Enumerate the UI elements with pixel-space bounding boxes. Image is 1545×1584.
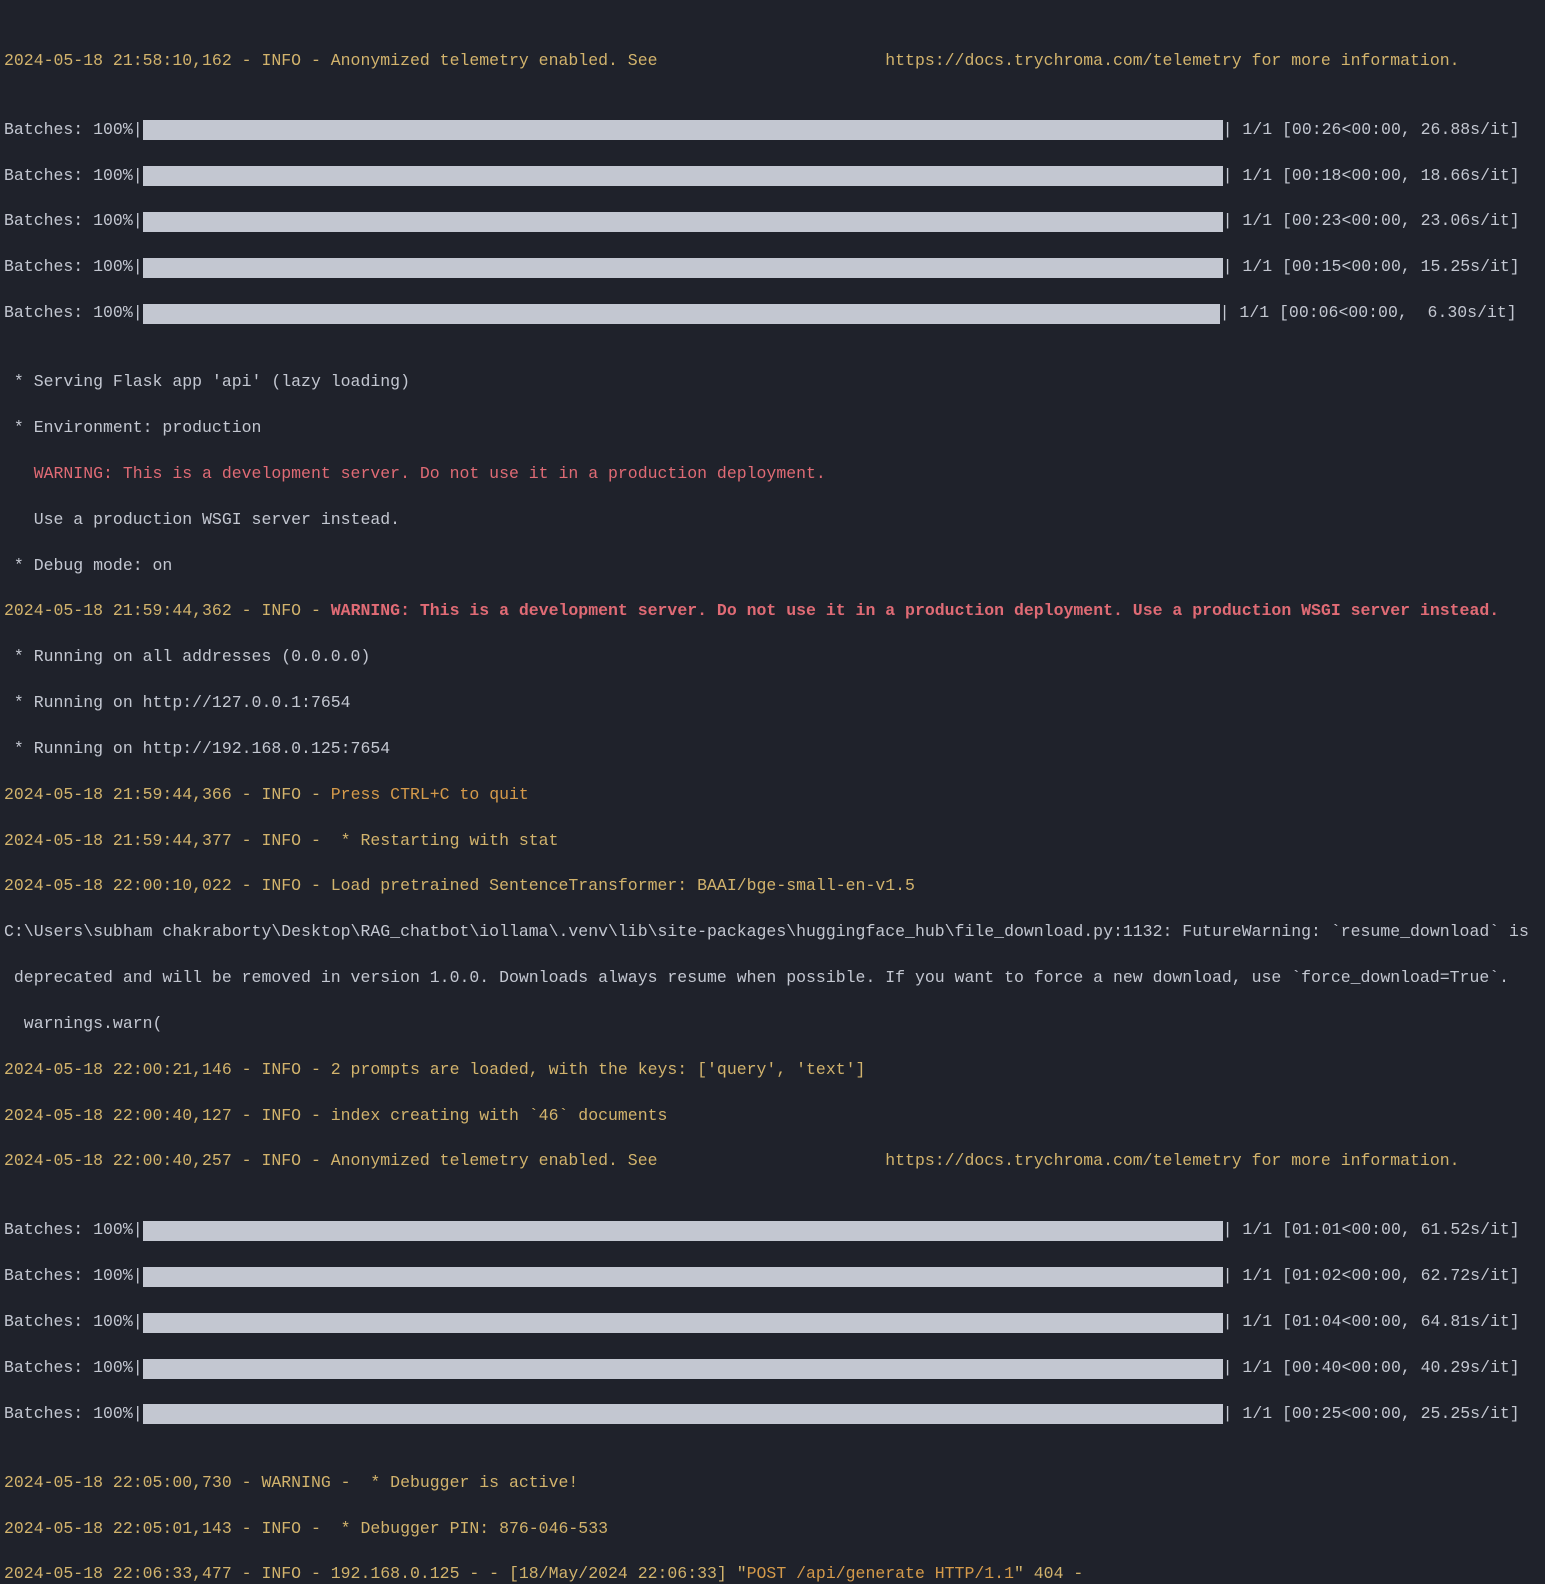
progress-row: Batches: 100%| | 1/1 [00:40<00:00, 40.29s… [4,1357,1541,1380]
warning-line: deprecated and will be removed in versio… [4,967,1541,990]
progress-label: Batches: 100%| [4,1311,143,1334]
log-line: 2024-05-18 21:59:44,377 - INFO - * Resta… [4,830,1541,853]
log-line: * Serving Flask app 'api' (lazy loading) [4,371,1541,394]
log-line: 2024-05-18 21:59:44,362 - INFO - WARNING… [4,600,1541,623]
warning-line: C:\Users\subham chakraborty\Desktop\RAG_… [4,921,1541,944]
log-line: * Running on http://127.0.0.1:7654 [4,692,1541,715]
progress-timing: | 1/1 [01:01<00:00, 61.52s/it] [1223,1219,1520,1242]
progress-label: Batches: 100%| [4,1357,143,1380]
progress-bar [143,1221,1223,1241]
progress-label: Batches: 100%| [4,165,143,188]
progress-bar [143,166,1223,186]
log-line: 2024-05-18 22:05:00,730 - WARNING - * De… [4,1472,1541,1495]
progress-timing: | 1/1 [01:02<00:00, 62.72s/it] [1223,1265,1520,1288]
terminal-output[interactable]: 2024-05-18 21:58:10,162 - INFO - Anonymi… [0,0,1545,1584]
progress-timing: | 1/1 [00:40<00:00, 40.29s/it] [1223,1357,1520,1380]
progress-row: Batches: 100%| | 1/1 [00:23<00:00, 23.06s… [4,210,1541,233]
progress-bar [143,258,1223,278]
progress-timing: | 1/1 [01:04<00:00, 64.81s/it] [1223,1311,1520,1334]
progress-timing: | 1/1 [00:06<00:00, 6.30s/it] [1220,302,1517,325]
warning-line: WARNING: This is a development server. D… [4,463,1541,486]
log-prefix: 2024-05-18 21:59:44,366 - INFO - [4,785,331,804]
http-request: POST /api/generate HTTP/1.1 [747,1564,1014,1583]
progress-row: Batches: 100%| | 1/1 [00:25<00:00, 25.25s… [4,1403,1541,1426]
progress-row: Batches: 100%| | 1/1 [00:26<00:00, 26.88s… [4,119,1541,142]
progress-label: Batches: 100%| [4,1403,143,1426]
log-line: 2024-05-18 22:00:10,022 - INFO - Load pr… [4,875,1541,898]
progress-bar [143,120,1223,140]
http-status: " 404 - [1014,1564,1083,1583]
warning-line: warnings.warn( [4,1013,1541,1036]
log-line: * Running on all addresses (0.0.0.0) [4,646,1541,669]
progress-timing: | 1/1 [00:18<00:00, 18.66s/it] [1223,165,1520,188]
warning-text: WARNING: This is a development server. D… [331,601,1499,620]
progress-bar [143,1313,1223,1333]
progress-row: Batches: 100%| | 1/1 [00:18<00:00, 18.66s… [4,165,1541,188]
progress-timing: | 1/1 [00:23<00:00, 23.06s/it] [1223,210,1520,233]
progress-bar [143,1267,1223,1287]
log-line: 2024-05-18 22:00:21,146 - INFO - 2 promp… [4,1059,1541,1082]
log-line: * Environment: production [4,417,1541,440]
progress-bar [143,212,1223,232]
log-line: 2024-05-18 22:00:40,127 - INFO - index c… [4,1105,1541,1128]
hint-text: Press CTRL+C to quit [331,785,529,804]
progress-label: Batches: 100%| [4,256,143,279]
progress-bar [143,1359,1223,1379]
progress-timing: | 1/1 [00:26<00:00, 26.88s/it] [1223,119,1520,142]
progress-row: Batches: 100%| | 1/1 [01:01<00:00, 61.52s… [4,1219,1541,1242]
log-prefix: 2024-05-18 21:59:44,362 - INFO - [4,601,331,620]
progress-timing: | 1/1 [00:25<00:00, 25.25s/it] [1223,1403,1520,1426]
log-line: Use a production WSGI server instead. [4,509,1541,532]
progress-row: Batches: 100%| | 1/1 [01:02<00:00, 62.72s… [4,1265,1541,1288]
progress-label: Batches: 100%| [4,1265,143,1288]
progress-label: Batches: 100%| [4,119,143,142]
progress-timing: | 1/1 [00:15<00:00, 15.25s/it] [1223,256,1520,279]
progress-bar [143,304,1220,324]
log-line: * Running on http://192.168.0.125:7654 [4,738,1541,761]
log-line: 2024-05-18 22:05:01,143 - INFO - * Debug… [4,1518,1541,1541]
progress-label: Batches: 100%| [4,210,143,233]
http-log-line: 2024-05-18 22:06:33,477 - INFO - 192.168… [4,1563,1541,1584]
log-line: * Debug mode: on [4,555,1541,578]
progress-row: Batches: 100%| | 1/1 [00:06<00:00, 6.30s/… [4,302,1541,325]
progress-row: Batches: 100%| | 1/1 [01:04<00:00, 64.81s… [4,1311,1541,1334]
progress-label: Batches: 100%| [4,1219,143,1242]
progress-bar [143,1404,1223,1424]
progress-label: Batches: 100%| [4,302,143,325]
log-prefix: 2024-05-18 22:06:33,477 - INFO - 192.168… [4,1564,747,1583]
progress-row: Batches: 100%| | 1/1 [00:15<00:00, 15.25s… [4,256,1541,279]
log-line: 2024-05-18 21:59:44,366 - INFO - Press C… [4,784,1541,807]
log-line: 2024-05-18 22:00:40,257 - INFO - Anonymi… [4,1150,1541,1173]
log-line: 2024-05-18 21:58:10,162 - INFO - Anonymi… [4,50,1541,73]
